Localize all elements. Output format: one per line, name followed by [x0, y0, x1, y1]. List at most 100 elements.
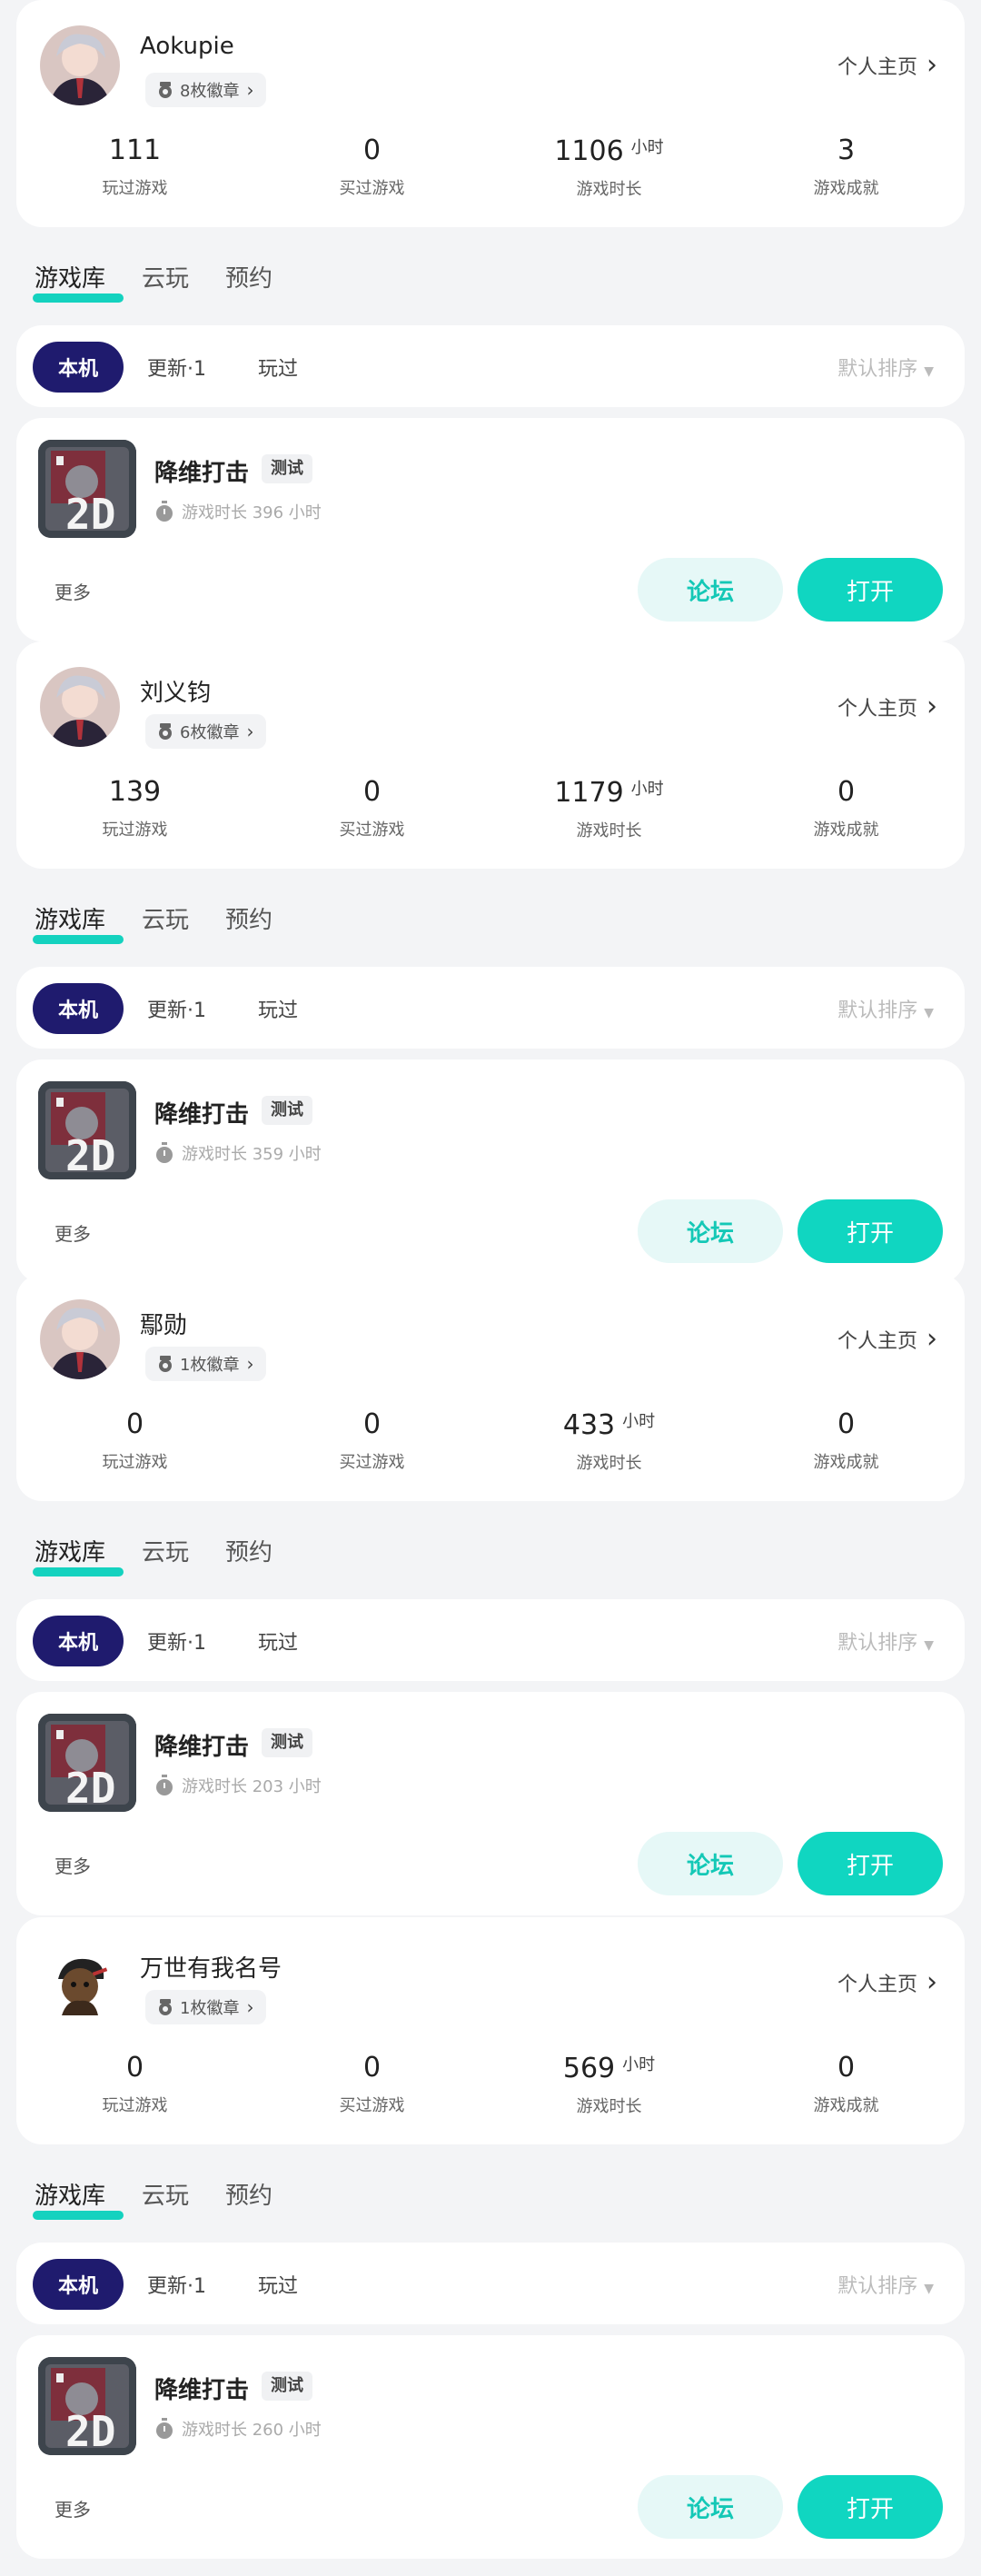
tab-reserve[interactable]: 预约 — [225, 260, 272, 293]
stat-value: 139 — [108, 776, 162, 808]
stat-item[interactable]: 139 玩过游戏 — [16, 776, 253, 841]
stat-item[interactable]: 569 小时 游戏时长 — [490, 2052, 728, 2117]
open-button[interactable]: 打开 — [798, 1199, 943, 1263]
game-icon[interactable]: 2D — [38, 1714, 136, 1812]
tab-cloud[interactable]: 云玩 — [142, 260, 189, 293]
game-playtime: 游戏时长 203 小时 — [154, 1774, 322, 1797]
filter-local[interactable]: 本机 — [33, 983, 124, 1034]
library-tabs: 游戏库 云玩 预约 — [32, 1534, 272, 1576]
medal-icon — [159, 1356, 172, 1372]
chevron-right-icon: › — [246, 721, 254, 742]
sort-dropdown[interactable]: 默认排序 ▼ — [837, 1626, 934, 1656]
stat-item[interactable]: 0 买过游戏 — [253, 1408, 490, 1474]
user-section: 万世有我名号 1枚徽章 › 个人主页 › 0 玩过游戏 0 买过游戏 569 小时 游戏时长… — [0, 1917, 981, 2559]
stat-item[interactable]: 433 小时 游戏时长 — [490, 1408, 728, 1474]
stat-label: 玩过游戏 — [102, 179, 168, 198]
more-button[interactable]: 更多 — [54, 2495, 91, 2521]
game-icon[interactable]: 2D — [38, 2357, 136, 2455]
stat-unit: 小时 — [622, 1412, 656, 1431]
avatar[interactable] — [40, 667, 120, 747]
tab-cloud[interactable]: 云玩 — [142, 901, 189, 935]
stat-label: 买过游戏 — [339, 179, 405, 198]
tab-reserve[interactable]: 预约 — [225, 2177, 272, 2211]
filter-played[interactable]: 玩过 — [258, 1626, 298, 1656]
user-section: Aokupie 8枚徽章 › 个人主页 › 111 玩过游戏 0 买过游戏 1106 小时… — [0, 0, 981, 642]
open-button[interactable]: 打开 — [798, 2475, 943, 2539]
badge-count[interactable]: 8枚徽章 › — [145, 73, 267, 107]
badge-count[interactable]: 1枚徽章 › — [145, 1347, 267, 1381]
forum-button[interactable]: 论坛 — [638, 558, 783, 622]
stat-value: 0 — [837, 2052, 856, 2084]
tab-cloud[interactable]: 云玩 — [142, 1534, 189, 1567]
game-card: 2D 降维打击 测试 游戏时长 396 小时 更多 论坛 打开 — [16, 418, 965, 642]
filter-played[interactable]: 玩过 — [258, 353, 298, 382]
filter-local[interactable]: 本机 — [33, 1616, 124, 1666]
stat-item[interactable]: 111 玩过游戏 — [16, 134, 253, 200]
library-tabs: 游戏库 云玩 预约 — [32, 2177, 272, 2220]
game-title[interactable]: 降维打击 — [154, 2372, 249, 2405]
stat-item[interactable]: 0 买过游戏 — [253, 776, 490, 841]
tab-library[interactable]: 游戏库 — [32, 260, 124, 303]
filter-played[interactable]: 玩过 — [258, 994, 298, 1023]
filter-local[interactable]: 本机 — [33, 342, 124, 393]
open-button[interactable]: 打开 — [798, 1832, 943, 1895]
filter-update[interactable]: 更新·1 — [147, 994, 206, 1023]
game-icon[interactable]: 2D — [38, 1081, 136, 1179]
stat-item[interactable]: 0 游戏成就 — [728, 776, 965, 841]
homepage-label: 个人主页 — [837, 56, 917, 79]
homepage-link[interactable]: 个人主页 › — [837, 1968, 937, 1997]
tab-reserve[interactable]: 预约 — [225, 901, 272, 935]
filter-update[interactable]: 更新·1 — [147, 2270, 206, 2299]
sort-dropdown[interactable]: 默认排序 ▼ — [837, 2270, 934, 2299]
more-button[interactable]: 更多 — [54, 1852, 91, 1878]
medal-icon — [159, 1999, 172, 2015]
more-button[interactable]: 更多 — [54, 578, 91, 604]
sort-label: 默认排序 — [837, 1000, 918, 1022]
open-button[interactable]: 打开 — [798, 558, 943, 622]
chevron-right-icon: › — [926, 49, 937, 81]
filter-update[interactable]: 更新·1 — [147, 1626, 206, 1656]
stat-item[interactable]: 0 买过游戏 — [253, 2052, 490, 2117]
tab-cloud[interactable]: 云玩 — [142, 2177, 189, 2211]
user-section: 刘义钧 6枚徽章 › 个人主页 › 139 玩过游戏 0 买过游戏 1179 小时 游戏时长… — [0, 642, 981, 1283]
sort-dropdown[interactable]: 默认排序 ▼ — [837, 994, 934, 1023]
badge-count[interactable]: 1枚徽章 › — [145, 1990, 267, 2024]
stat-value: 0 — [125, 2052, 144, 2084]
game-title[interactable]: 降维打击 — [154, 454, 249, 488]
avatar[interactable] — [40, 1299, 120, 1379]
stat-item[interactable]: 0 游戏成就 — [728, 1408, 965, 1474]
stat-label: 玩过游戏 — [102, 2096, 168, 2115]
filter-played[interactable]: 玩过 — [258, 2270, 298, 2299]
tab-library[interactable]: 游戏库 — [32, 901, 124, 944]
forum-button[interactable]: 论坛 — [638, 1199, 783, 1263]
tab-reserve[interactable]: 预约 — [225, 1534, 272, 1567]
filter-local[interactable]: 本机 — [33, 2259, 124, 2310]
forum-button[interactable]: 论坛 — [638, 1832, 783, 1895]
homepage-link[interactable]: 个人主页 › — [837, 51, 937, 80]
game-title[interactable]: 降维打击 — [154, 1096, 249, 1129]
stat-item[interactable]: 1179 小时 游戏时长 — [490, 776, 728, 841]
forum-button[interactable]: 论坛 — [638, 2475, 783, 2539]
stat-item[interactable]: 0 玩过游戏 — [16, 1408, 253, 1474]
game-icon[interactable]: 2D — [38, 440, 136, 538]
tab-library[interactable]: 游戏库 — [32, 2177, 124, 2220]
stat-item[interactable]: 0 玩过游戏 — [16, 2052, 253, 2117]
stat-item[interactable]: 3 游戏成就 — [728, 134, 965, 200]
tab-library[interactable]: 游戏库 — [32, 1534, 124, 1576]
sort-dropdown[interactable]: 默认排序 ▼ — [837, 353, 934, 382]
stat-item[interactable]: 1106 小时 游戏时长 — [490, 134, 728, 200]
homepage-link[interactable]: 个人主页 › — [837, 1325, 937, 1354]
stat-item[interactable]: 0 游戏成就 — [728, 2052, 965, 2117]
game-title[interactable]: 降维打击 — [154, 1728, 249, 1762]
avatar[interactable] — [40, 25, 120, 105]
stat-item[interactable]: 0 买过游戏 — [253, 134, 490, 200]
stat-value: 0 — [125, 1408, 144, 1440]
filter-update[interactable]: 更新·1 — [147, 353, 206, 382]
badge-count[interactable]: 6枚徽章 › — [145, 714, 267, 749]
chevron-right-icon: › — [926, 1323, 937, 1355]
avatar[interactable] — [40, 1943, 120, 2023]
homepage-link[interactable]: 个人主页 › — [837, 692, 937, 721]
badge-label: 6枚徽章 — [180, 723, 240, 742]
more-button[interactable]: 更多 — [54, 1219, 91, 1246]
stat-label: 玩过游戏 — [102, 1453, 168, 1472]
